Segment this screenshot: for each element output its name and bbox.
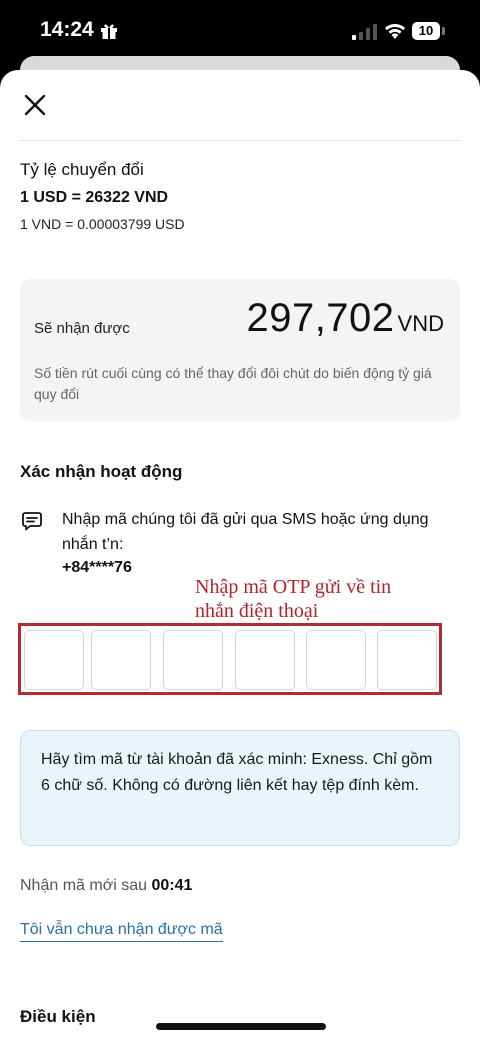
- not-received-code-link[interactable]: Tôi vẫn chưa nhận được mã: [20, 921, 223, 942]
- sms-instruction: Nhập mã chúng tôi đã gửi qua SMS hoặc ứn…: [62, 511, 429, 553]
- header-divider: [20, 140, 460, 141]
- home-indicator[interactable]: [156, 1023, 326, 1030]
- status-bar: 14:24 10: [0, 0, 480, 62]
- otp-digit-3[interactable]: [163, 630, 223, 690]
- status-time: 14:24: [40, 18, 94, 41]
- rate-main: 1 USD = 26322 VND: [20, 189, 169, 206]
- battery-icon: 10: [412, 22, 440, 40]
- phone-screen: 14:24 10 Tỷ lệ chuyển đổi 1 USD = 26322 …: [0, 0, 480, 1039]
- otp-info-box: Hãy tìm mã từ tài khoản đã xác minh: Exn…: [20, 730, 460, 846]
- conditions-title: Điều kiện: [20, 1007, 96, 1026]
- signal-icon: [352, 24, 377, 40]
- message-icon: [22, 512, 42, 531]
- verification-title: Xác nhận hoạt động: [20, 462, 183, 481]
- receive-label: Sẽ nhận được: [34, 320, 130, 337]
- receive-value: 297,702: [246, 296, 395, 340]
- gift-icon: [101, 24, 117, 39]
- resend-label: Nhận mã mới sau: [20, 877, 147, 894]
- wifi-icon: [385, 24, 405, 39]
- receive-note: Số tiền rút cuối cùng có thể thay đổi đô…: [34, 365, 432, 402]
- otp-digit-5[interactable]: [306, 630, 366, 690]
- rate-title: Tỷ lệ chuyển đổi: [20, 160, 144, 179]
- otp-digit-1[interactable]: [24, 630, 84, 690]
- receive-currency: VND: [397, 311, 444, 336]
- battery-cap: [442, 27, 445, 35]
- otp-info-text: Hãy tìm mã từ tài khoản đã xác minh: Exn…: [41, 751, 433, 794]
- rate-sub: 1 VND = 0.00003799 USD: [20, 216, 185, 232]
- withdraw-sheet: Tỷ lệ chuyển đổi 1 USD = 26322 VND 1 VND…: [0, 70, 480, 1039]
- otp-digit-4[interactable]: [235, 630, 295, 690]
- receive-card: Sẽ nhận được 297,702 VND Số tiền rút cuối…: [20, 279, 460, 421]
- masked-phone-number: +84****76: [62, 559, 132, 576]
- resend-timer: Nhận mã mới sau 00:41: [20, 877, 192, 895]
- otp-annotation: Nhập mã OTP gửi về tin nhắn điện thoại: [195, 576, 392, 622]
- receive-amount: 297,702 VND: [246, 296, 444, 341]
- otp-digit-6[interactable]: [377, 630, 437, 690]
- otp-digit-2[interactable]: [91, 630, 151, 690]
- resend-time: 00:41: [151, 877, 193, 894]
- close-icon[interactable]: [22, 92, 48, 118]
